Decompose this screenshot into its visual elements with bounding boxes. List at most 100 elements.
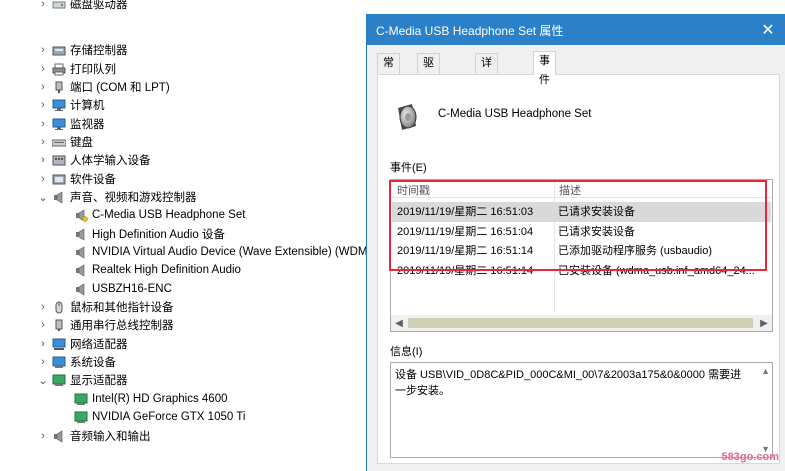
column-header-timestamp[interactable]: 时间戳	[397, 182, 430, 198]
scroll-up-icon[interactable]: ▲	[761, 366, 770, 376]
tree-item-label: 端口 (COM 和 LPT)	[70, 82, 170, 94]
tree-item-hd-audio[interactable]: High Definition Audio 设备	[0, 225, 376, 243]
display-adapter-icon	[52, 374, 66, 386]
events-label: 事件(E)	[390, 162, 427, 174]
tab-general[interactable]: 常规	[377, 53, 400, 88]
chevron-right-icon[interactable]: ›	[38, 298, 48, 316]
mouse-icon	[55, 301, 63, 313]
info-label: 信息(I)	[390, 346, 423, 358]
chevron-right-icon[interactable]: ›	[38, 353, 48, 371]
tree-item-label: 键盘	[70, 137, 93, 149]
tree-item-usb-controllers[interactable]: › 通用串行总线控制器	[0, 316, 376, 334]
tree-item-hid[interactable]: › 人体学输入设备	[0, 151, 376, 169]
event-time: 2019/11/19/星期二 16:51:14	[397, 265, 534, 277]
audio-warning-icon	[76, 208, 88, 222]
tree-item-label: High Definition Audio 设备	[92, 229, 225, 241]
event-row[interactable]: 2019/11/19/星期二 16:51:14 已安装设备 (wdma_usb.…	[392, 261, 771, 281]
chevron-right-icon[interactable]: ›	[38, 316, 48, 334]
tree-item-label: Realtek High Definition Audio	[92, 264, 241, 276]
chevron-right-icon[interactable]: ›	[38, 41, 48, 59]
event-row[interactable]: 2019/11/19/星期二 16:51:03 已请求安装设备	[392, 202, 771, 222]
chevron-right-icon[interactable]: ›	[38, 0, 48, 13]
computer-icon	[52, 99, 66, 111]
system-device-icon	[52, 356, 66, 368]
chevron-right-icon[interactable]: ›	[38, 96, 48, 114]
event-row[interactable]: 2019/11/19/星期二 16:51:14 已添加驱动程序服务 (usbau…	[392, 241, 771, 261]
tree-item-disk-drives[interactable]: › 磁盘驱动器	[0, 0, 376, 13]
tree-item-label: 存储控制器	[70, 45, 128, 57]
chevron-down-icon[interactable]: ⌄	[38, 371, 48, 389]
speaker-icon	[398, 104, 417, 130]
keyboard-icon	[52, 139, 66, 146]
hid-icon	[52, 155, 66, 165]
event-time: 2019/11/19/星期二 16:51:03	[397, 206, 534, 218]
watermark: 583go.com	[721, 451, 779, 463]
device-name: C-Media USB Headphone Set	[438, 108, 592, 120]
event-time: 2019/11/19/星期二 16:51:14	[397, 245, 534, 257]
chevron-right-icon[interactable]: ›	[38, 78, 48, 96]
tree-item-label: NVIDIA GeForce GTX 1050 Ti	[92, 411, 246, 423]
info-text: 设备 USB\VID_0D8C&PID_000C&MI_00\7&2003a17…	[395, 369, 742, 397]
event-description: 已请求安装设备	[558, 206, 635, 218]
events-list[interactable]: 时间戳 描述 2019/11/19/星期二 16:51:03 已请求安装设备 2…	[390, 179, 773, 332]
properties-dialog: C-Media USB Headphone Set 属性 ✕ 常规 驱动程序 详…	[366, 14, 785, 471]
tree-item-sound-video-game[interactable]: ⌄ 声音、视频和游戏控制器	[0, 188, 376, 206]
chevron-right-icon[interactable]: ›	[38, 427, 48, 445]
tree-item-cmedia-headphone[interactable]: C-Media USB Headphone Set	[0, 206, 376, 224]
display-adapter-icon	[74, 393, 88, 405]
chevron-right-icon[interactable]: ›	[38, 60, 48, 78]
tab-driver[interactable]: 驱动程序	[417, 53, 440, 126]
tree-item-label: 软件设备	[70, 174, 116, 186]
tree-item-label: 人体学输入设备	[70, 155, 151, 167]
tab-details[interactable]: 详细信息	[475, 53, 498, 126]
chevron-right-icon[interactable]: ›	[38, 151, 48, 169]
speaker-icon	[76, 245, 85, 259]
port-icon	[55, 81, 63, 93]
tree-item-system-devices[interactable]: › 系统设备	[0, 353, 376, 371]
tree-item-mice[interactable]: › 鼠标和其他指针设备	[0, 298, 376, 316]
usb-icon	[55, 319, 63, 331]
scrollbar-thumb[interactable]	[408, 318, 753, 328]
chevron-down-icon[interactable]: ⌄	[38, 188, 48, 206]
chevron-right-icon[interactable]: ›	[38, 170, 48, 188]
monitor-icon	[52, 118, 66, 130]
tree-item-label: USBZH16-ENC	[92, 283, 172, 295]
close-button[interactable]: ✕	[750, 14, 785, 45]
tree-item-software-devices[interactable]: › 软件设备	[0, 170, 376, 188]
tree-item-label: NVIDIA Virtual Audio Device (Wave Extens…	[92, 246, 372, 258]
tree-item-keyboards[interactable]: › 键盘	[0, 133, 376, 151]
chevron-right-icon[interactable]: ›	[38, 133, 48, 151]
tree-item-computer[interactable]: › 计算机	[0, 96, 376, 114]
event-time: 2019/11/19/星期二 16:51:04	[397, 226, 534, 238]
chevron-right-icon[interactable]: ›	[38, 335, 48, 353]
tree-item-network-adapters[interactable]: › 网络适配器	[0, 335, 376, 353]
event-row[interactable]: 2019/11/19/星期二 16:51:04 已请求安装设备	[392, 222, 771, 242]
speaker-icon	[76, 263, 85, 277]
horizontal-scrollbar[interactable]: ◀ ▶	[391, 315, 772, 331]
speaker-icon	[54, 190, 63, 204]
device-tree: › 磁盘驱动器 › 存储控制器 › 打印队列 › 端口 (COM 和 LPT) …	[0, 0, 376, 471]
tree-item-ports[interactable]: › 端口 (COM 和 LPT)	[0, 78, 376, 96]
tree-item-usbzh16[interactable]: USBZH16-ENC	[0, 280, 376, 298]
tree-item-nvidia-virtual-audio[interactable]: NVIDIA Virtual Audio Device (Wave Extens…	[0, 243, 376, 261]
tree-item-nvidia-gtx-1050ti[interactable]: NVIDIA GeForce GTX 1050 Ti	[0, 408, 376, 426]
tab-events[interactable]: 事件	[533, 51, 556, 86]
tree-item-label: 声音、视频和游戏控制器	[70, 192, 197, 204]
dialog-titlebar[interactable]: C-Media USB Headphone Set 属性 ✕	[367, 14, 785, 45]
tree-item-intel-hd-graphics[interactable]: Intel(R) HD Graphics 4600	[0, 390, 376, 408]
tree-item-realtek-audio[interactable]: Realtek High Definition Audio	[0, 261, 376, 279]
tree-item-print-queues[interactable]: › 打印队列	[0, 60, 376, 78]
column-header-description[interactable]: 描述	[559, 182, 581, 198]
tree-item-audio-io[interactable]: › 音频输入和输出	[0, 427, 376, 445]
scroll-left-icon[interactable]: ◀	[391, 315, 407, 331]
info-textbox[interactable]: 设备 USB\VID_0D8C&PID_000C&MI_00\7&2003a17…	[390, 362, 773, 458]
tree-item-label: 鼠标和其他指针设备	[70, 302, 174, 314]
display-adapter-icon	[74, 411, 88, 423]
chevron-right-icon[interactable]: ›	[38, 115, 48, 133]
tree-item-display-adapters[interactable]: ⌄ 显示适配器	[0, 371, 376, 389]
tree-item-label: 计算机	[70, 100, 105, 112]
event-description: 已添加驱动程序服务 (usbaudio)	[558, 245, 713, 257]
scroll-right-icon[interactable]: ▶	[756, 315, 772, 331]
tree-item-storage-controllers[interactable]: › 存储控制器	[0, 41, 376, 59]
tree-item-monitors[interactable]: › 监视器	[0, 115, 376, 133]
